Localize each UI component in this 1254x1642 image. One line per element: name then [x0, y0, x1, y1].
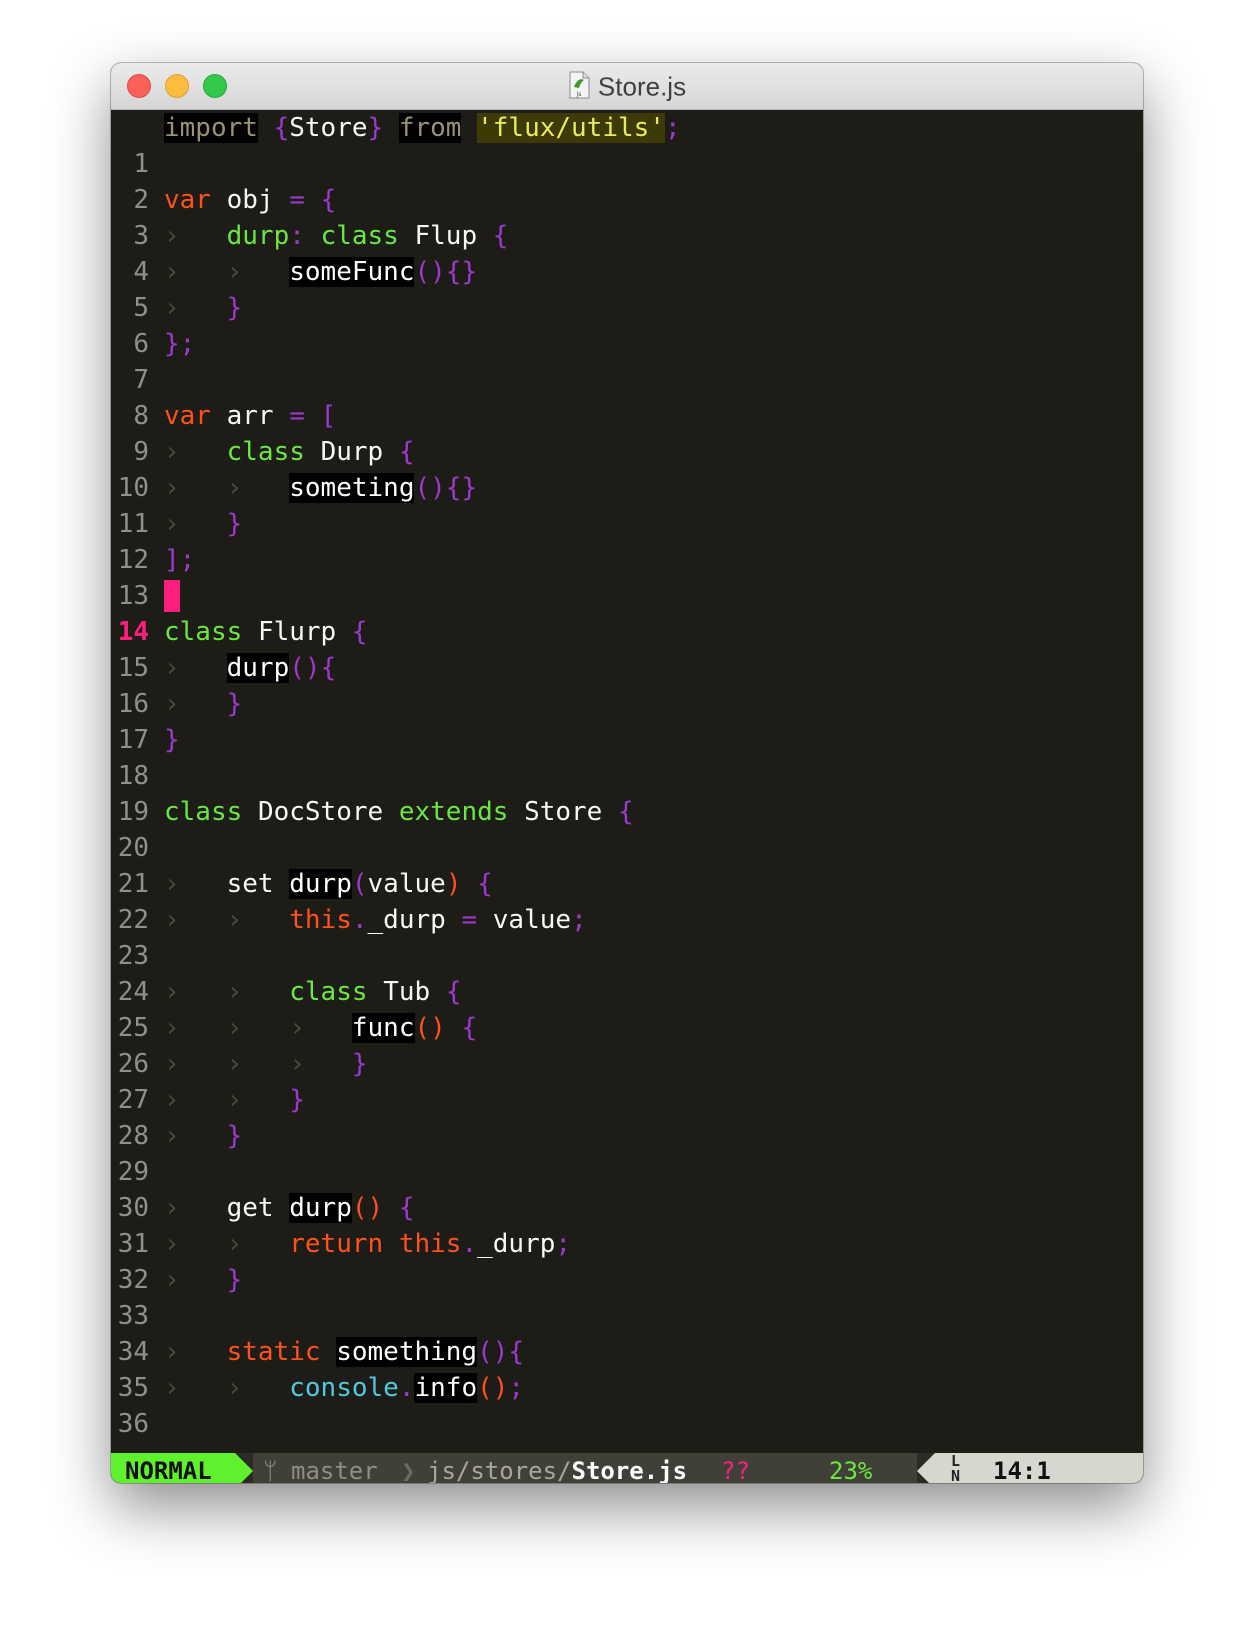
code-line: 17 › }	[111, 686, 1143, 755]
window-title: Store.js	[597, 71, 687, 102]
code-line: 9 var arr = [	[111, 398, 1143, 467]
text-cursor	[164, 579, 180, 612]
indent-guide: ›	[164, 257, 180, 287]
code-line: 21	[111, 830, 1143, 899]
code-line: 18 }	[111, 722, 1143, 791]
code-line: 19	[111, 758, 1143, 827]
editor-window: js Store.js 1 import {Store} from 'flux/…	[111, 63, 1143, 1483]
code-line: 2	[111, 146, 1143, 215]
code-line: 24	[111, 938, 1143, 1007]
file-path: js/stores/Store.js	[427, 1453, 687, 1483]
indent-guide: ›	[226, 257, 243, 287]
code-line: 7 };	[111, 326, 1143, 395]
indent-guide: ›	[164, 689, 180, 719]
indent-guide: ›	[226, 1013, 243, 1043]
modified-flag: ??	[721, 1457, 750, 1483]
indent-guide: ›	[289, 1013, 305, 1043]
code-line: 10 › class Durp {	[111, 434, 1143, 503]
indent-guide: ›	[226, 1229, 243, 1259]
code-line: 26 › › › func() {	[111, 1010, 1143, 1079]
indent-guide: ›	[226, 905, 243, 935]
middle-separator	[767, 1453, 785, 1483]
indent-guide: ›	[226, 1085, 243, 1115]
code-editor[interactable]: 1 import {Store} from 'flux/utils'; 2 3 …	[111, 110, 1143, 1453]
indent-guide: ›	[226, 1373, 243, 1403]
indent-guide: ›	[164, 1193, 180, 1223]
code-line: 32 › › return this._durp;	[111, 1226, 1143, 1295]
code-line: 25 › › class Tub {	[111, 974, 1143, 1043]
indent-guide: ›	[164, 1337, 180, 1367]
position-separator	[917, 1453, 935, 1483]
code-line-current: 14	[111, 578, 1143, 647]
code-line: 8	[111, 362, 1143, 431]
code-line: 5 › › someFunc(){}	[111, 254, 1143, 323]
code-line: 3 var obj = {	[111, 182, 1143, 251]
code-line: 12 › }	[111, 506, 1143, 575]
scroll-percent: 23%	[829, 1457, 873, 1483]
file-name: Store.js	[571, 1457, 688, 1483]
indent-guide: ›	[164, 1265, 180, 1295]
code-line: 11 › › someting(){}	[111, 470, 1143, 539]
indent-guide: ›	[164, 221, 180, 251]
code-line: 31 › get durp() {	[111, 1190, 1143, 1259]
file-dir: js/stores/	[427, 1457, 572, 1483]
code-line: 22 › set durp(value) {	[111, 866, 1143, 935]
code-line: 36 › › console.info();	[111, 1370, 1143, 1439]
code-line: 28 › › }	[111, 1082, 1143, 1151]
code-line: 29 › }	[111, 1118, 1143, 1187]
status-line: NORMAL ᛘ master ❯ js/stores/Store.js ?? …	[111, 1453, 1143, 1483]
js-document-icon: js	[569, 71, 590, 98]
code-line: 35 › static something(){	[111, 1334, 1143, 1403]
code-line: 20 class DocStore extends Store {	[111, 794, 1143, 863]
mode-indicator: NORMAL	[111, 1453, 235, 1483]
percent-separator	[799, 1453, 817, 1483]
code-line: 33 › }	[111, 1262, 1143, 1331]
code-line: 4 › durp: class Flup {	[111, 218, 1143, 287]
line-number: 36	[117, 1409, 149, 1439]
svg-text:js: js	[576, 91, 582, 98]
git-branch: master	[291, 1457, 378, 1483]
cursor-position: 14:1	[993, 1457, 1051, 1483]
indent-guide: ›	[164, 653, 180, 683]
indent-guide: ›	[164, 977, 180, 1007]
indent-guide: ›	[164, 905, 180, 935]
indent-guide: ›	[164, 1121, 180, 1151]
indent-guide: ›	[226, 1049, 243, 1079]
indent-guide: ›	[164, 1049, 180, 1079]
indent-guide: ›	[289, 1049, 305, 1079]
code-line: 30	[111, 1154, 1143, 1223]
path-separator: ❯	[401, 1457, 416, 1483]
code-line: 6 › }	[111, 290, 1143, 359]
line-number-icon: LN	[951, 1452, 961, 1484]
indent-guide: ›	[164, 869, 180, 899]
code-line: 34	[111, 1298, 1143, 1367]
indent-guide: ›	[164, 1013, 180, 1043]
indent-guide: ›	[164, 293, 180, 323]
indent-guide: ›	[164, 1085, 180, 1115]
indent-guide: ›	[226, 473, 243, 503]
code-line: 15 class Flurp {	[111, 614, 1143, 683]
indent-guide: ›	[226, 977, 243, 1007]
indent-guide: ›	[164, 473, 180, 503]
title-bar[interactable]: js Store.js	[111, 63, 1143, 110]
indent-guide: ›	[164, 1229, 180, 1259]
code-line: 1 import {Store} from 'flux/utils';	[111, 110, 1143, 179]
indent-guide: ›	[164, 437, 180, 467]
indent-guide: ›	[164, 1373, 180, 1403]
mode-separator	[235, 1453, 253, 1483]
git-branch-icon: ᛘ	[263, 1457, 278, 1483]
code-line: 23 › › this._durp = value;	[111, 902, 1143, 971]
code-line: 27 › › › }	[111, 1046, 1143, 1115]
indent-guide: ›	[164, 509, 180, 539]
code-line: 16 › durp(){	[111, 650, 1143, 719]
code-line: 13 ];	[111, 542, 1143, 611]
